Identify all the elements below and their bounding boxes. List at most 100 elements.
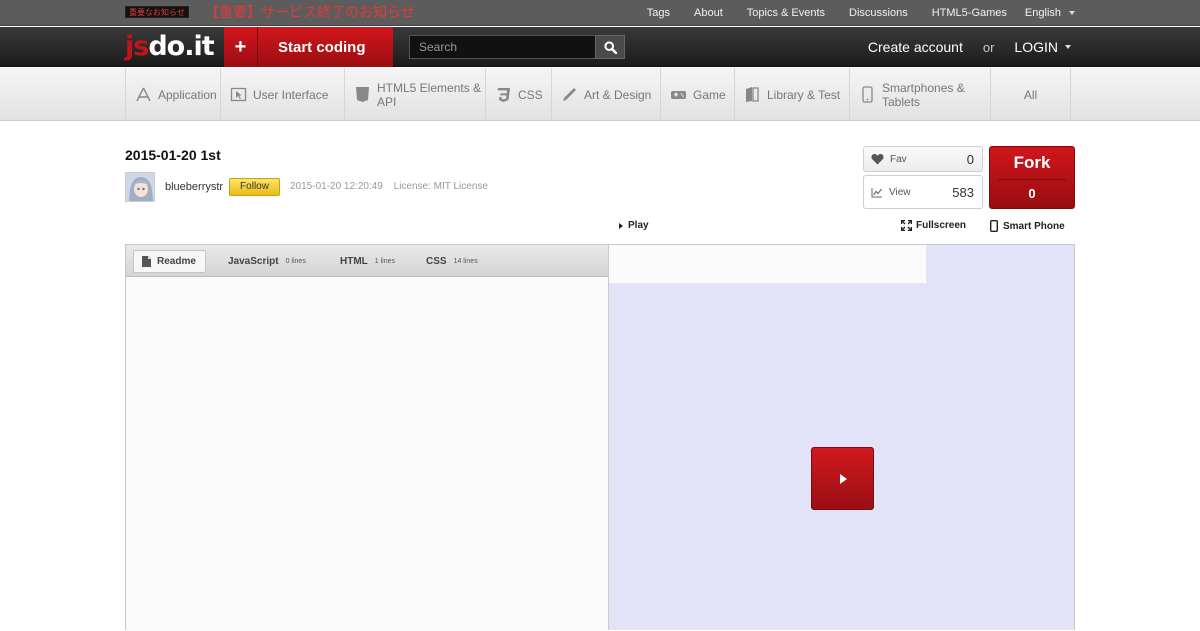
category-label: Library & Test (767, 87, 841, 102)
create-account-link[interactable]: Create account (868, 39, 963, 55)
login-label: LOGIN (1014, 39, 1058, 55)
fav-button[interactable]: Fav 0 (863, 146, 983, 172)
category-label: All (1023, 87, 1038, 102)
line-chart-icon (871, 187, 882, 197)
chevron-down-icon (1065, 45, 1071, 49)
smartphone-icon (859, 86, 876, 103)
fullscreen-label: Fullscreen (916, 220, 967, 231)
fork-count: 0 (1028, 186, 1036, 201)
fork-button[interactable]: Fork 0 (989, 146, 1075, 209)
tab-label: Readme (157, 256, 196, 267)
category-smartphones-tablets[interactable]: Smartphones & Tablets (849, 68, 990, 121)
play-label: Play (628, 220, 649, 231)
readme-content[interactable] (126, 278, 608, 631)
view-stat: View 583 (863, 175, 983, 209)
css3-icon (495, 86, 512, 103)
pen-icon (561, 86, 578, 103)
tab-readme[interactable]: Readme (133, 250, 206, 273)
category-application[interactable]: Application (125, 68, 220, 121)
fullscreen-icon (901, 220, 912, 231)
notice-badge: 重要なお知らせ (125, 6, 189, 18)
notice-link[interactable]: 【重要】サービス終了のお知らせ (205, 3, 415, 21)
login-dropdown[interactable]: LOGIN (1014, 39, 1071, 55)
tab-label: HTML (340, 256, 368, 267)
discussions-link[interactable]: Discussions (849, 7, 908, 19)
account-area: Create account or LOGIN (868, 27, 1075, 67)
category-label: Art & Design (584, 87, 652, 102)
start-coding-button[interactable]: + Start coding (224, 27, 393, 67)
category-art-design[interactable]: Art & Design (551, 68, 660, 121)
top-notice-bar: 重要なお知らせ 【重要】サービス終了のお知らせ Tags About Topic… (0, 0, 1200, 26)
smartphone-label: Smart Phone (1003, 220, 1065, 232)
cursor-icon (230, 86, 247, 103)
fork-divider (998, 179, 1066, 180)
page-title: 2015-01-20 1st (125, 147, 221, 163)
or-text: or (982, 39, 995, 55)
editor-tabbar: Readme JavaScript 0 lines HTML 1 lines C… (126, 245, 608, 277)
category-nav: Application User Interface HTML5 Element… (0, 68, 1200, 121)
gamepad-icon (670, 86, 687, 103)
play-icon (840, 473, 847, 484)
category-label: CSS (518, 87, 543, 102)
code-editor-panel: Readme JavaScript 0 lines HTML 1 lines C… (125, 244, 609, 631)
category-label: Smartphones & Tablets (882, 80, 965, 109)
category-label: User Interface (253, 87, 329, 102)
tab-label: CSS (426, 256, 447, 267)
category-game[interactable]: Game (660, 68, 734, 121)
tab-html[interactable]: HTML 1 lines (340, 250, 395, 273)
tab-line-count: 0 lines (285, 258, 306, 265)
category-html5[interactable]: HTML5 Elements & API (344, 68, 485, 121)
html5-games-link[interactable]: HTML5-Games (932, 7, 1007, 19)
logo[interactable]: jsdo.it (125, 31, 215, 63)
application-icon (135, 86, 152, 103)
run-preview-button[interactable] (811, 447, 874, 510)
tab-line-count: 14 lines (453, 258, 478, 265)
start-coding-label: Start coding (278, 38, 366, 56)
play-icon (619, 222, 623, 229)
chevron-down-icon (1069, 11, 1075, 15)
category-user-interface[interactable]: User Interface (220, 68, 344, 121)
category-css[interactable]: CSS (485, 68, 551, 121)
category-label: Application (158, 87, 217, 102)
author-link[interactable]: blueberrystr (165, 181, 223, 193)
language-label: English (1024, 7, 1061, 19)
logo-rest: do.it (148, 31, 214, 62)
code-meta: 2015-01-20 12:20:49 License: MIT License (290, 181, 488, 192)
tags-link[interactable]: Tags (647, 7, 670, 19)
about-link[interactable]: About (694, 7, 723, 19)
topics-events-link[interactable]: Topics & Events (747, 7, 825, 19)
view-label: View (889, 186, 911, 198)
heart-icon (871, 154, 884, 165)
language-selector[interactable]: English (1025, 7, 1075, 19)
main-header: jsdo.it + Start coding Search Create acc… (0, 27, 1200, 67)
tab-label: JavaScript (228, 256, 279, 267)
search-button[interactable] (595, 35, 625, 59)
fav-label: Fav (890, 153, 907, 165)
fullscreen-button[interactable]: Fullscreen (901, 220, 966, 231)
created-date: 2015-01-20 12:20:49 (290, 181, 383, 192)
category-library-test[interactable]: Library & Test (734, 68, 849, 121)
license-text: License: MIT License (393, 181, 488, 192)
preview-toolbar (609, 245, 926, 283)
smartphone-button[interactable]: Smart Phone (990, 220, 1065, 232)
fork-label: Fork (1013, 153, 1051, 172)
fav-count: 0 (966, 151, 974, 167)
category-label: Game (693, 87, 726, 102)
tab-line-count: 1 lines (374, 258, 396, 265)
avatar[interactable] (125, 172, 155, 202)
document-icon (142, 256, 151, 267)
smartphone-icon (990, 220, 998, 232)
view-count: 583 (952, 184, 974, 200)
tab-javascript[interactable]: JavaScript 0 lines (228, 250, 306, 273)
play-link[interactable]: Play (619, 220, 649, 231)
category-label: HTML5 Elements & API (377, 80, 482, 109)
books-icon (744, 86, 761, 103)
preview-panel (608, 244, 1075, 630)
tab-css[interactable]: CSS 14 lines (426, 250, 478, 273)
category-all[interactable]: All (990, 68, 1071, 121)
follow-button[interactable]: Follow (229, 178, 280, 196)
html5-shield-icon (354, 86, 371, 103)
top-links: Tags About Topics & Events Discussions H… (623, 0, 1075, 26)
logo-js: js (125, 31, 149, 62)
search-input[interactable]: Search (409, 35, 596, 59)
